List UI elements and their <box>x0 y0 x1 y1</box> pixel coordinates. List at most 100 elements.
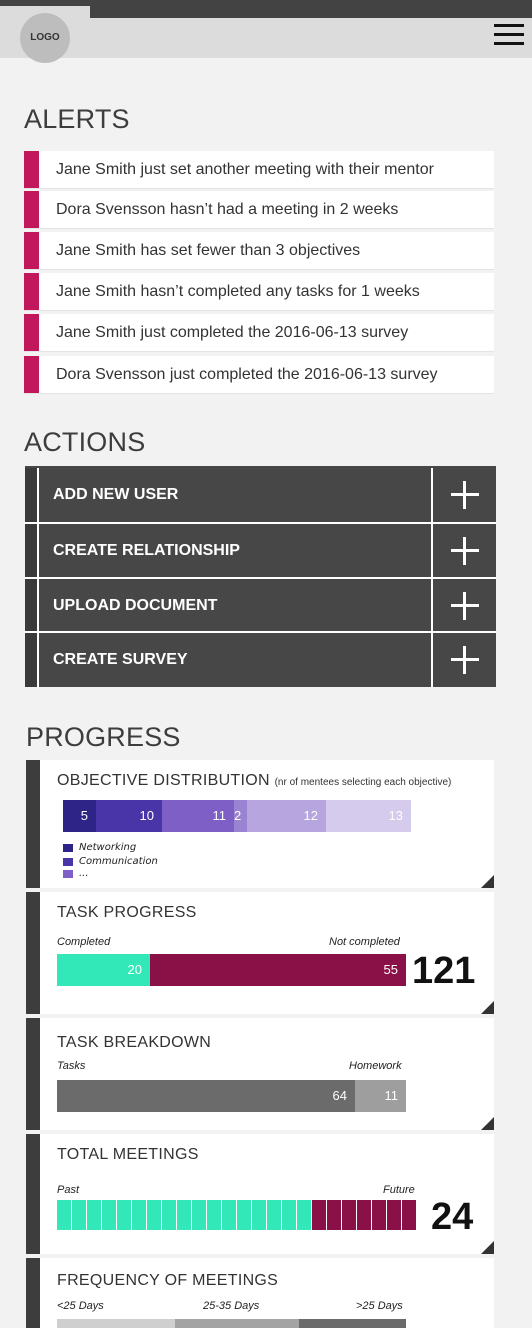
task-breakdown-title: TASK BREAKDOWN <box>57 1034 212 1051</box>
alert-text: Jane Smith hasn’t completed any tasks fo… <box>56 283 420 300</box>
upload-document-plus-button[interactable] <box>431 579 496 633</box>
task-progress-card[interactable]: TASK PROGRESS Completed Not completed 20… <box>26 892 494 1014</box>
total-meetings-bar <box>57 1200 417 1230</box>
past-meeting-cell <box>132 1200 147 1230</box>
legend-swatch <box>63 844 73 852</box>
alert-item[interactable]: Jane Smith hasn’t completed any tasks fo… <box>24 273 494 310</box>
alert-text: Jane Smith just completed the 2016-06-13… <box>56 324 409 341</box>
create-survey-button[interactable]: CREATE SURVEY <box>25 633 496 687</box>
action-label: ADD NEW USER <box>53 486 179 503</box>
alert-text: Jane Smith just set another meeting with… <box>56 161 434 178</box>
plus-icon <box>451 646 479 674</box>
action-label: UPLOAD DOCUMENT <box>53 597 218 614</box>
past-meeting-cell <box>72 1200 87 1230</box>
bar-segment: 64 <box>57 1080 355 1112</box>
alert-item[interactable]: Jane Smith just completed the 2016-06-13… <box>24 314 494 351</box>
objective-distribution-subtitle: (nr of mentees selecting each objective) <box>274 777 452 788</box>
total-meetings-card[interactable]: TOTAL MEETINGS Past Future 24 <box>26 1134 494 1254</box>
objective-segment: 2 <box>234 800 247 832</box>
past-meeting-cell <box>162 1200 177 1230</box>
create-relationship-button[interactable]: CREATE RELATIONSHIP <box>25 524 496 578</box>
tasks-label: Tasks <box>57 1060 86 1072</box>
objective-distribution-bar: 5 10 11 2 12 13 <box>63 800 411 832</box>
future-meeting-cell <box>312 1200 327 1230</box>
past-meeting-cell <box>252 1200 267 1230</box>
create-survey-plus-button[interactable] <box>431 633 496 687</box>
plus-icon <box>451 537 479 565</box>
past-meeting-cell <box>222 1200 237 1230</box>
task-progress-bar: 20 55 <box>57 954 406 986</box>
legend-label: Networking <box>79 842 137 853</box>
action-left-bar <box>25 579 39 633</box>
objective-segment: 5 <box>63 800 96 832</box>
legend-label: ... <box>79 868 89 879</box>
add-new-user-plus-button[interactable] <box>431 468 496 522</box>
frequency-segment <box>175 1319 299 1328</box>
progress-title: PROGRESS <box>26 722 181 752</box>
future-meeting-cell <box>372 1200 387 1230</box>
future-meeting-cell <box>342 1200 357 1230</box>
task-breakdown-card[interactable]: TASK BREAKDOWN Tasks Homework 64 11 <box>26 1018 494 1130</box>
alert-item[interactable]: Dora Svensson just completed the 2016-06… <box>24 356 494 393</box>
past-meeting-cell <box>207 1200 222 1230</box>
task-breakdown-bar: 64 11 <box>57 1080 406 1112</box>
past-meeting-cell <box>282 1200 297 1230</box>
frequency-of-meetings-card[interactable]: FREQUENCY OF MEETINGS <25 Days 25-35 Day… <box>26 1258 494 1328</box>
meetings-total: 24 <box>431 1196 474 1238</box>
frequency-segment <box>57 1319 175 1328</box>
alert-item[interactable]: Jane Smith has set fewer than 3 objectiv… <box>24 232 494 269</box>
add-new-user-button[interactable]: ADD NEW USER <box>25 468 496 522</box>
expand-corner-icon[interactable] <box>481 1001 494 1014</box>
homework-label: Homework <box>349 1060 402 1072</box>
logo[interactable]: LOGO <box>20 13 70 63</box>
expand-corner-icon[interactable] <box>481 1241 494 1254</box>
upload-document-button[interactable]: UPLOAD DOCUMENT <box>25 579 496 633</box>
past-meeting-cell <box>267 1200 282 1230</box>
plus-icon <box>451 592 479 620</box>
frequency-of-meetings-title: FREQUENCY OF MEETINGS <box>57 1272 279 1289</box>
completed-label: Completed <box>57 936 111 948</box>
objective-segment: 12 <box>247 800 326 832</box>
card-left-bar <box>26 760 40 888</box>
legend-label: Communication <box>79 856 158 867</box>
hamburger-menu-icon[interactable] <box>494 24 524 50</box>
action-left-bar <box>25 633 39 687</box>
objective-distribution-card[interactable]: OBJECTIVE DISTRIBUTION (nr of mentees se… <box>26 760 494 888</box>
alert-text: Dora Svensson just completed the 2016-06… <box>56 366 438 383</box>
past-meeting-cell <box>237 1200 252 1230</box>
bar-segment: 55 <box>150 954 406 986</box>
action-left-bar <box>25 524 39 578</box>
legend-swatch <box>63 870 73 878</box>
future-meeting-cell <box>357 1200 372 1230</box>
frequency-label-under-25: <25 Days <box>57 1300 104 1312</box>
objective-distribution-title: OBJECTIVE DISTRIBUTION (nr of mentees se… <box>57 772 451 790</box>
plus-icon <box>451 481 479 509</box>
objective-segment: 10 <box>96 800 162 832</box>
alert-item[interactable]: Dora Svensson hasn’t had a meeting in 2 … <box>24 191 494 228</box>
alert-item[interactable]: Jane Smith just set another meeting with… <box>24 151 494 188</box>
logo-tab: LOGO <box>0 6 90 63</box>
header-strip <box>90 18 532 58</box>
card-left-bar <box>26 892 40 1014</box>
actions-title: ACTIONS <box>24 427 146 457</box>
alert-text: Dora Svensson hasn’t had a meeting in 2 … <box>56 201 399 218</box>
card-left-bar <box>26 1134 40 1254</box>
expand-corner-icon[interactable] <box>481 875 494 888</box>
future-label: Future <box>383 1184 415 1196</box>
alert-accent-bar <box>24 232 39 269</box>
alert-text: Jane Smith has set fewer than 3 objectiv… <box>56 242 361 259</box>
alerts-title: ALERTS <box>24 104 130 134</box>
create-relationship-plus-button[interactable] <box>431 524 496 578</box>
objective-segment: 11 <box>162 800 234 832</box>
objective-segment: 13 <box>326 800 411 832</box>
alert-accent-bar <box>24 273 39 310</box>
alert-accent-bar <box>24 151 39 188</box>
expand-corner-icon[interactable] <box>481 1117 494 1130</box>
past-meeting-cell <box>102 1200 117 1230</box>
objective-distribution-title-text: OBJECTIVE DISTRIBUTION <box>57 772 270 789</box>
future-meeting-cell <box>327 1200 342 1230</box>
past-meeting-cell <box>192 1200 207 1230</box>
action-label: CREATE SURVEY <box>53 651 188 668</box>
past-meeting-cell <box>57 1200 72 1230</box>
alert-accent-bar <box>24 191 39 228</box>
